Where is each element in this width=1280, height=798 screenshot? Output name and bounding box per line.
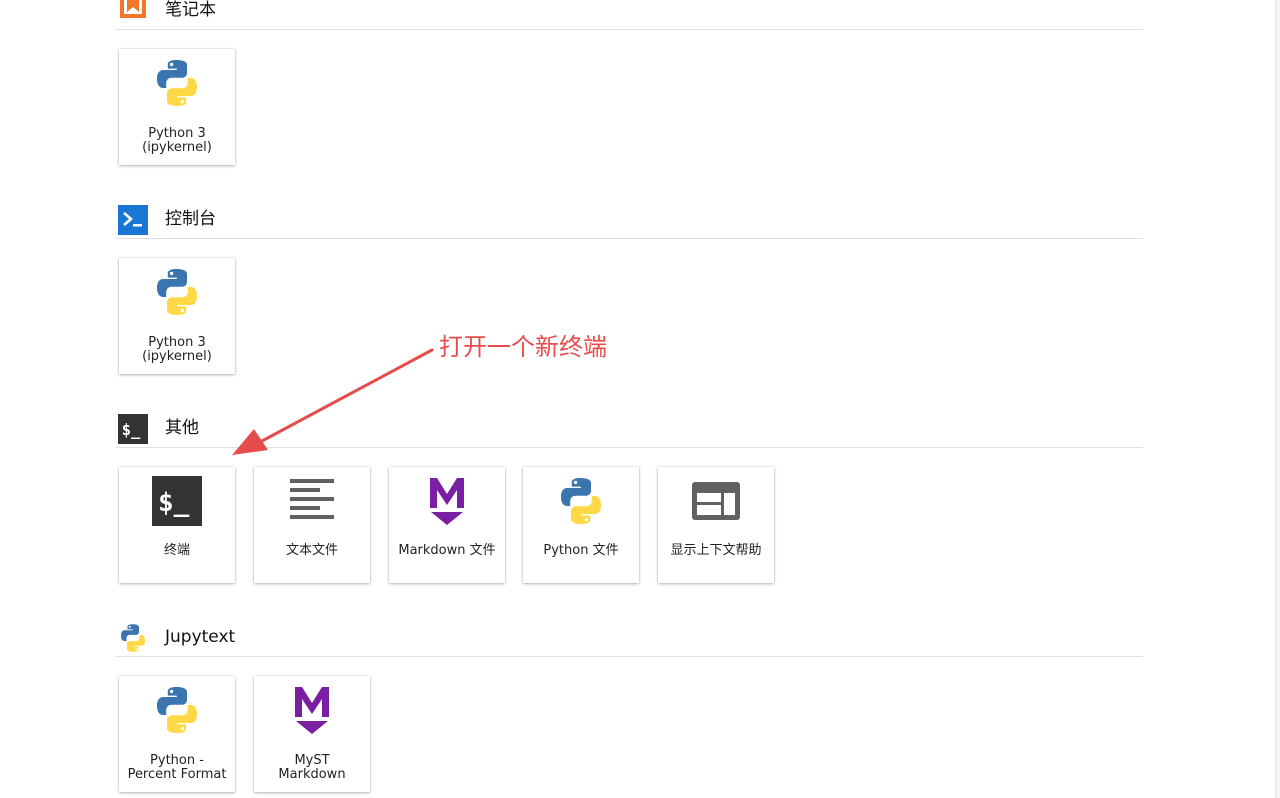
section-header-notebook: 笔记本: [116, 0, 1143, 30]
section-header-jupytext: Jupytext: [116, 617, 1143, 657]
card-label: 文本文件: [285, 543, 338, 558]
card-label: MyST Markdown: [278, 753, 346, 782]
terminal-dollar-icon: [118, 414, 148, 444]
section-title: 控制台: [165, 209, 216, 229]
card-label: Python 3 (ipykernel): [142, 335, 212, 364]
python-logo-icon: [152, 685, 202, 735]
launcher-card-python-file[interactable]: Python 文件: [523, 467, 639, 583]
launcher-card-notebook-python3[interactable]: Python 3 (ipykernel): [119, 49, 235, 165]
python-logo-icon: [556, 476, 606, 526]
python-logo-icon: [152, 58, 202, 108]
console-prompt-icon: [118, 205, 148, 235]
launcher-card-text-file[interactable]: 文本文件: [254, 467, 370, 583]
text-lines-icon: [287, 476, 337, 526]
card-label: Python 3 (ipykernel): [142, 126, 212, 155]
section-header-other: 其他: [116, 408, 1143, 448]
context-help-window-icon: [691, 476, 741, 526]
section-header-console: 控制台: [116, 199, 1143, 239]
card-label: Python - Percent Format: [127, 753, 227, 782]
launcher-card-console-python3[interactable]: Python 3 (ipykernel): [119, 258, 235, 374]
launcher-card-myst-markdown[interactable]: MyST Markdown: [254, 676, 370, 792]
scrollbar[interactable]: [1275, 0, 1280, 798]
notebook-bookmark-icon: [118, 0, 148, 26]
markdown-m-icon: [287, 685, 337, 735]
section-title: Jupytext: [165, 627, 236, 647]
card-label: Markdown 文件: [398, 543, 496, 558]
launcher-card-context-help[interactable]: 显示上下文帮助: [658, 467, 774, 583]
annotation-label: 打开一个新终端: [439, 333, 607, 361]
launcher-panel: 笔记本 Python 3 (ipykernel) 控制台 Python 3 (i…: [0, 0, 1280, 798]
python-logo-icon: [118, 623, 148, 653]
launcher-card-markdown-file[interactable]: Markdown 文件: [389, 467, 505, 583]
python-logo-icon: [152, 267, 202, 317]
card-label: 终端: [163, 543, 190, 558]
markdown-m-icon: [422, 476, 472, 526]
card-label: Python 文件: [543, 543, 619, 558]
terminal-dollar-icon: [152, 476, 202, 526]
card-label: 显示上下文帮助: [670, 543, 762, 558]
section-title: 其他: [165, 418, 199, 438]
section-title: 笔记本: [165, 0, 216, 20]
launcher-card-terminal[interactable]: 终端: [119, 467, 235, 583]
launcher-card-python-percent[interactable]: Python - Percent Format: [119, 676, 235, 792]
